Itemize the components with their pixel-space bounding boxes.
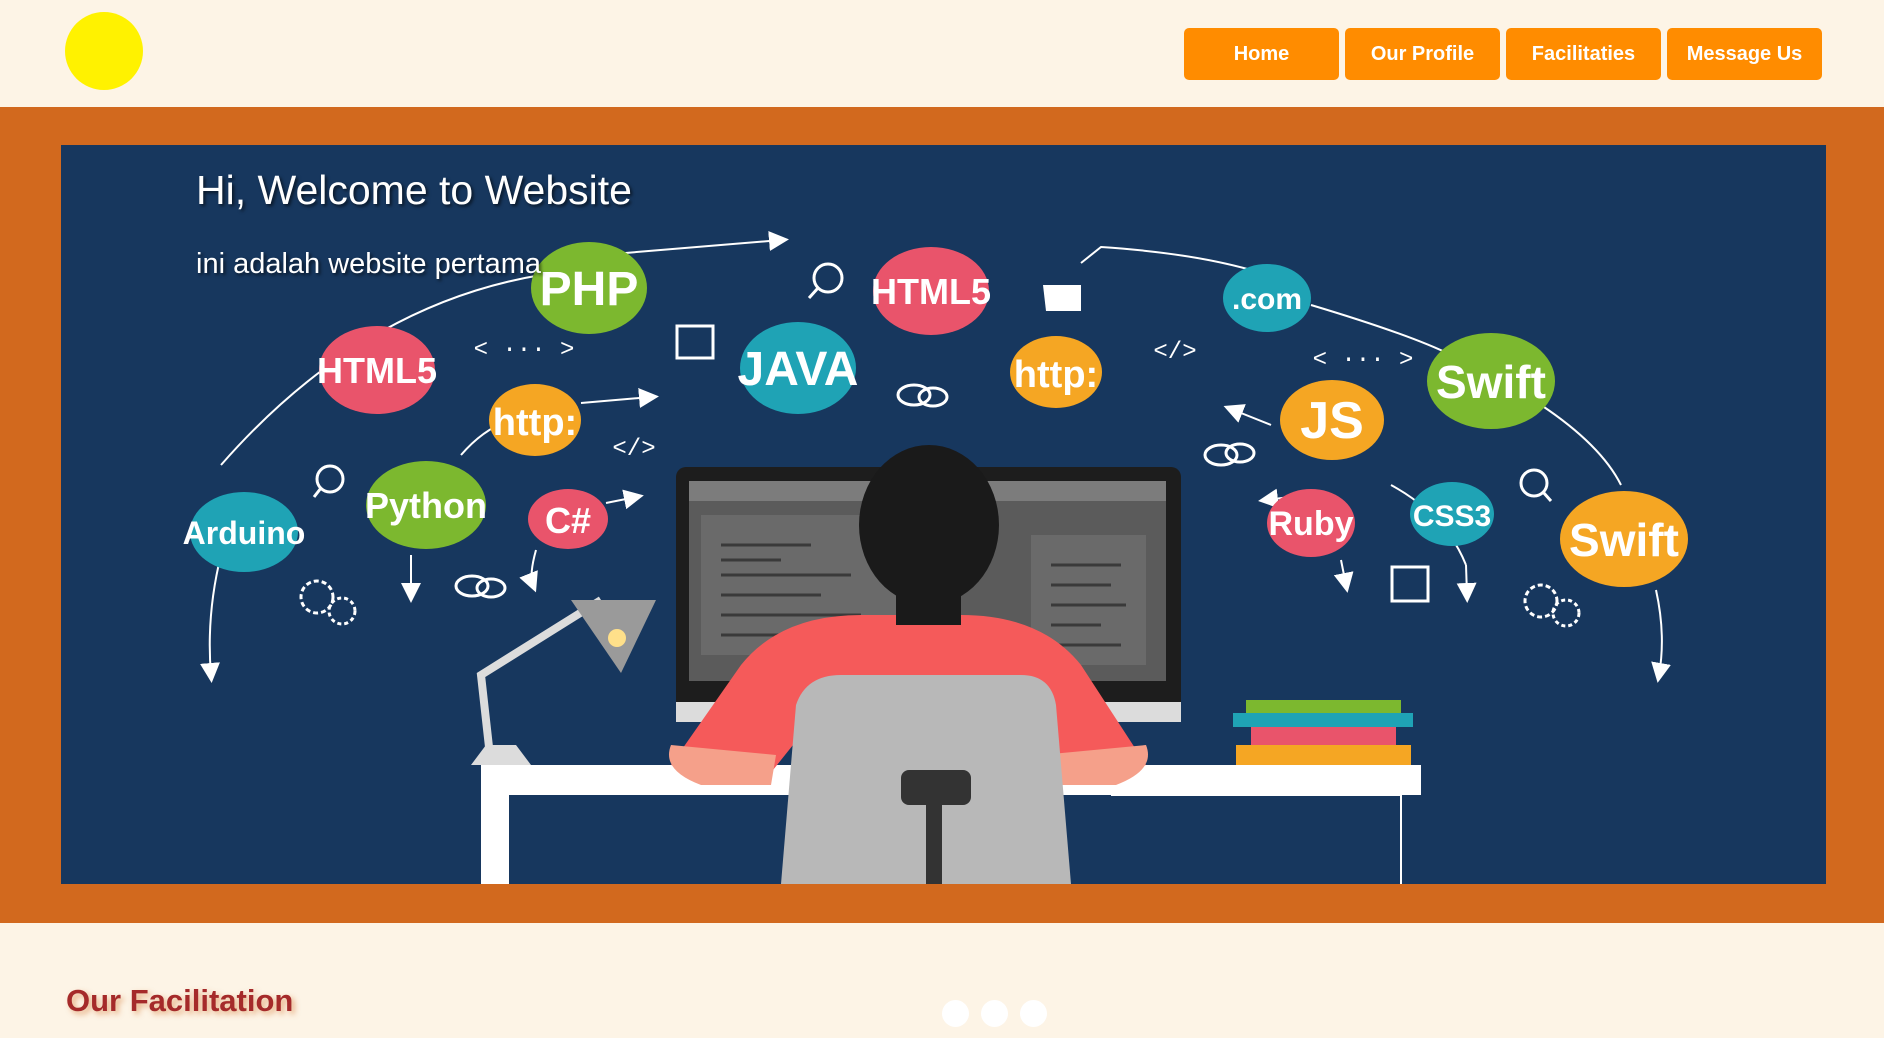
bubble-python: Python	[365, 461, 487, 549]
chat-icon-right-b	[1224, 442, 1256, 464]
desk-lamp	[471, 596, 656, 766]
bubble-arduino: Arduino	[183, 492, 306, 572]
chat-icon-top-b	[917, 386, 949, 408]
code-tag-ellipsis-left: < ··· >	[474, 337, 575, 364]
svg-text:HTML5: HTML5	[871, 271, 991, 312]
header: Home Our Profile Facilitaties Message Us	[0, 0, 1884, 107]
svg-text:Swift: Swift	[1436, 356, 1546, 408]
arc-arrow-ruby-down	[1333, 559, 1354, 593]
document-icon-right	[1390, 565, 1430, 603]
svg-text:Ruby: Ruby	[1269, 505, 1354, 543]
arc-right-lower	[1540, 404, 1622, 486]
bubble-css3: CSS3	[1410, 482, 1494, 546]
bubble-java: JAVA	[738, 322, 859, 414]
main-nav: Home Our Profile Facilitaties Message Us	[1184, 28, 1822, 80]
gear-icon-left-b	[327, 596, 357, 626]
carousel-dot-1[interactable]	[942, 1000, 969, 1027]
hero-slider: PHP HTML5 HTML5 JAVA http: http: .com Sw…	[0, 107, 1884, 923]
svg-text:.com: .com	[1232, 283, 1302, 316]
arc-arrow-down-left	[200, 554, 222, 683]
magnifier-icon-left-handle	[312, 487, 323, 498]
bubble-swift-top: Swift	[1427, 333, 1555, 429]
carousel-dot-2[interactable]	[981, 1000, 1008, 1027]
bubble-http-left: http:	[489, 384, 581, 456]
nav-message-button[interactable]: Message Us	[1667, 28, 1822, 80]
arc-arrow-http	[580, 388, 659, 408]
gear-icon-right	[1523, 583, 1559, 619]
arc-arrow-top-right	[1080, 245, 1252, 271]
code-tag-ellipsis-right: < ··· >	[1313, 347, 1414, 374]
bubble-http-center: http:	[1010, 336, 1102, 408]
svg-text:Python: Python	[365, 485, 487, 526]
arc-arrow-down-right	[1651, 589, 1671, 683]
book-stack	[1233, 700, 1413, 767]
nav-facilities-button[interactable]: Facilitaties	[1506, 28, 1661, 80]
code-tag-slash-right: </>	[1153, 339, 1196, 366]
magnifier-icon-right-handle	[1541, 491, 1553, 502]
bubble-ruby: Ruby	[1267, 489, 1355, 557]
bubble-csharp: C#	[528, 489, 608, 549]
nav-profile-button[interactable]: Our Profile	[1345, 28, 1500, 80]
arc-arrow-js	[1223, 404, 1272, 426]
arc-arrow-csharp-right	[605, 489, 644, 510]
magnifier-icon-top	[812, 262, 844, 294]
chat-icon-left-b	[475, 577, 507, 599]
logo[interactable]	[65, 12, 143, 90]
section-title: Our Facilitation	[66, 983, 294, 1018]
bubble-html5-center: HTML5	[871, 247, 991, 335]
carousel-dots	[942, 1000, 1047, 1027]
bubble-php: PHP	[531, 242, 647, 334]
svg-text:HTML5: HTML5	[317, 350, 437, 391]
bubble-swift-bottom: Swift	[1560, 491, 1688, 587]
svg-text:JAVA: JAVA	[738, 343, 859, 396]
bubble-html5-left: HTML5	[317, 326, 437, 414]
carousel-dot-3[interactable]	[1020, 1000, 1047, 1027]
svg-text:C#: C#	[545, 500, 591, 541]
arc-arrow-top-left	[600, 231, 789, 256]
bubble-com: .com	[1223, 264, 1311, 332]
hero-subtitle: ini adalah website pertama	[196, 248, 541, 280]
folder-icon	[1043, 285, 1081, 311]
bubble-js: JS	[1280, 380, 1384, 460]
svg-text:Arduino: Arduino	[183, 515, 306, 551]
hero-title: Hi, Welcome to Website	[196, 167, 632, 213]
arc-arrow-css3	[1456, 564, 1477, 603]
svg-text:JS: JS	[1300, 392, 1364, 450]
document-icon-left	[675, 324, 715, 360]
svg-text:Swift: Swift	[1569, 514, 1679, 566]
hero-slide: PHP HTML5 HTML5 JAVA http: http: .com Sw…	[61, 145, 1826, 884]
magnifier-icon-top-handle	[807, 286, 820, 300]
svg-text:PHP: PHP	[540, 263, 639, 316]
svg-text:http:: http:	[493, 402, 577, 444]
nav-home-button[interactable]: Home	[1184, 28, 1339, 80]
gear-icon-right-b	[1551, 598, 1581, 628]
svg-text:CSS3: CSS3	[1413, 500, 1491, 533]
arc-arrow-csharp	[519, 549, 538, 593]
svg-text:http:: http:	[1014, 354, 1098, 396]
code-tag-slash-left: </>	[612, 436, 655, 463]
